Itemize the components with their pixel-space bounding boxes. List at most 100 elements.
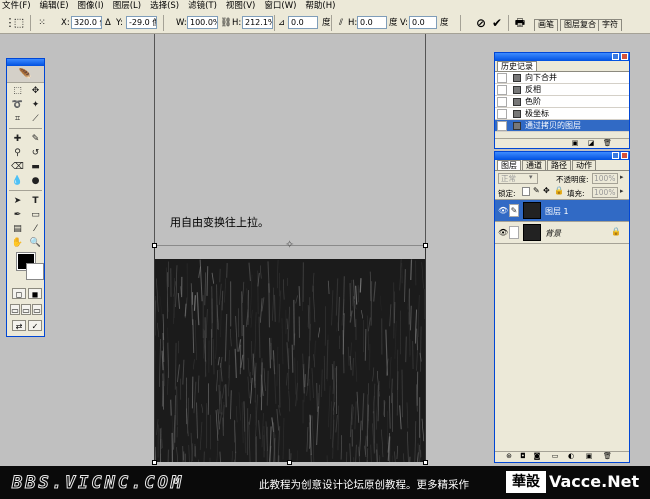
screen-mode-1-icon[interactable]: ▭ [10,304,20,315]
rain-texture-layer[interactable] [155,259,425,462]
new-layer-icon[interactable]: ▣ [585,453,593,460]
reference-point-icon[interactable]: ⁙ [35,16,49,30]
crop-tool-icon[interactable]: ⌗ [9,113,26,126]
transform-handle-bottom-left[interactable] [152,460,157,465]
layer-style-icon[interactable]: ◘ [519,453,527,460]
brush-tool-icon[interactable]: ✎ [27,133,44,146]
lock-brush-icon[interactable]: ✎ [533,186,540,195]
marquee-tool-icon[interactable]: ⬚ [9,85,26,98]
menu-file[interactable]: 文件(F) [2,0,31,12]
opacity-field[interactable]: 100% [592,173,618,184]
move-tool-icon[interactable]: ✥ [27,85,44,98]
layer-row[interactable]: 👁 背景 🔒 [495,222,629,244]
link-layers-icon[interactable]: ⊛ [505,453,513,460]
new-snapshot-icon[interactable]: ◪ [587,140,595,147]
lock-move-icon[interactable]: ✥ [543,186,550,195]
gradient-tool-icon[interactable]: ▬ [27,161,44,174]
eraser-tool-icon[interactable]: ⌫ [9,161,26,174]
menu-image[interactable]: 图像(I) [78,0,104,12]
lock-all-icon[interactable]: 🔒 [554,186,564,195]
menu-window[interactable]: 窗口(W) [264,0,296,12]
menu-layer[interactable]: 图层(L) [113,0,141,12]
layer-row[interactable]: 👁 ✎ 图层 1 [495,200,629,222]
zoom-tool-icon[interactable]: 🔍 [27,237,44,250]
transform-handle-top-right[interactable] [423,243,428,248]
menu-view[interactable]: 视图(V) [226,0,255,12]
history-item[interactable]: 向下合并 [495,72,629,84]
brush-link-icon[interactable] [509,226,519,239]
transform-handle-bottom-center[interactable] [287,460,292,465]
commit-transform-icon[interactable]: ✔ [490,16,504,30]
feather-logo-icon[interactable]: 🪶 [7,66,44,83]
hand-tool-icon[interactable]: ✋ [9,237,26,250]
tab-layers[interactable]: 图层 [497,160,521,170]
slice-tool-icon[interactable]: ⟋ [27,113,44,126]
toolbox-titlebar[interactable] [7,59,44,66]
trash-icon[interactable]: 🗑 [603,140,612,147]
eye-icon[interactable]: 👁 [498,206,508,215]
screen-mode-2-icon[interactable]: ▭ [21,304,31,315]
cancel-transform-icon[interactable]: ⊘ [474,16,488,30]
tab-brushes[interactable]: 画笔 [534,19,558,31]
palette-well-icon[interactable]: 🖶 [513,16,527,30]
hskew-field[interactable]: 0.0 [357,16,387,29]
link-icon[interactable]: ⛓ [219,16,233,30]
width-field[interactable]: 100.0% [187,16,218,29]
brush-link-icon[interactable]: ✎ [509,204,519,217]
tab-character[interactable]: 字符 [598,19,622,31]
blur-tool-icon[interactable]: 💧 [9,175,26,188]
vskew-field[interactable]: 0.0 [409,16,437,29]
history-item[interactable]: 反相 [495,84,629,96]
tab-actions[interactable]: 动作 [572,160,596,170]
clone-stamp-icon[interactable]: ⚲ [9,147,26,160]
menu-help[interactable]: 帮助(H) [305,0,335,12]
y-field[interactable]: -29.0 像 [126,16,157,29]
fill-field[interactable]: 100% [592,187,618,198]
lock-transparency-icon[interactable] [522,187,530,196]
angle-field[interactable]: 0.0 [288,16,318,29]
tab-layer-comps[interactable]: 图层复合 [560,19,600,31]
jump-to-imageready-icon[interactable]: ⇄ [12,320,26,331]
transform-handle-bottom-right[interactable] [423,460,428,465]
tab-history[interactable]: 历史记录 [497,61,537,71]
dodge-tool-icon[interactable]: ● [27,175,44,188]
transform-handle-top-left[interactable] [152,243,157,248]
standard-mode-icon[interactable]: ◻ [12,288,26,299]
close-icon[interactable] [621,53,628,60]
magic-wand-tool-icon[interactable]: ✦ [27,99,44,112]
notes-tool-icon[interactable]: ▤ [9,223,26,236]
lasso-tool-icon[interactable]: ➰ [9,99,26,112]
transform-center-icon[interactable]: ✧ [285,239,294,250]
path-select-icon[interactable]: ➤ [9,195,26,208]
tab-channels[interactable]: 通道 [522,160,546,170]
history-item[interactable]: 极坐标 [495,108,629,120]
history-titlebar[interactable] [495,53,629,61]
height-field[interactable]: 212.1% [242,16,273,29]
x-field[interactable]: 320.0 像 [71,16,102,29]
menu-select[interactable]: 选择(S) [150,0,179,12]
history-item[interactable]: 色阶 [495,96,629,108]
adjustment-layer-icon[interactable]: ◐ [567,453,575,460]
layers-titlebar[interactable] [495,152,629,160]
menu-filter[interactable]: 滤镜(T) [188,0,217,12]
screen-mode-3-icon[interactable]: ▭ [32,304,42,315]
new-document-icon[interactable]: ▣ [571,140,579,147]
menu-edit[interactable]: 编辑(E) [40,0,69,12]
shape-tool-icon[interactable]: ▭ [27,209,44,222]
quick-mask-icon[interactable]: ◼ [28,288,42,299]
chevron-right-icon[interactable]: ▸ [620,187,624,195]
new-set-icon[interactable]: ▭ [551,453,559,460]
tab-paths[interactable]: 路径 [547,160,571,170]
history-brush-icon[interactable]: ↺ [27,147,44,160]
layer-mask-icon[interactable]: ◙ [533,453,541,460]
chevron-right-icon[interactable]: ▸ [620,173,624,181]
imageready-icon[interactable]: ✓ [28,320,42,331]
close-icon[interactable] [621,152,628,159]
background-color-swatch[interactable] [26,263,44,280]
delta-icon[interactable]: Δ [105,16,111,30]
healing-brush-icon[interactable]: ✚ [9,133,26,146]
type-tool-icon[interactable]: T [27,195,44,208]
pen-tool-icon[interactable]: ✒ [9,209,26,222]
eye-icon[interactable]: 👁 [498,228,508,237]
history-item-current[interactable]: 通过拷贝的图层 [495,120,629,132]
